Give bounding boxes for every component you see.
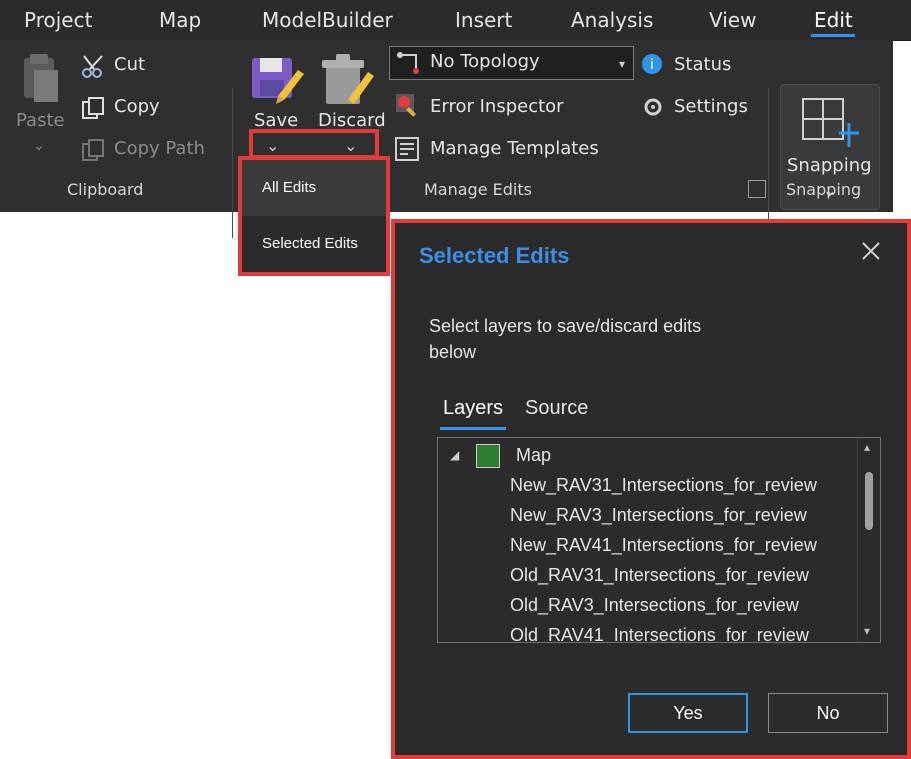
group-separator: [232, 88, 233, 238]
save-discard-dropdown-menu: All Edits Selected Edits: [238, 156, 390, 276]
tab-insert[interactable]: Insert: [455, 6, 512, 34]
tab-map[interactable]: Map: [159, 6, 201, 34]
tab-source[interactable]: Source: [525, 397, 588, 420]
save-icon: [250, 52, 306, 108]
cut-button[interactable]: Cut: [114, 54, 145, 75]
topology-select[interactable]: No Topology ▾: [389, 46, 634, 80]
copy-path-icon: [80, 138, 106, 164]
menu-item-all-edits[interactable]: All Edits: [242, 160, 386, 216]
no-button[interactable]: No: [768, 693, 888, 733]
paste-chevron-down-icon[interactable]: ⌄: [33, 138, 45, 154]
tree-root-label: Map: [516, 445, 552, 465]
clipboard-group-label: Clipboard: [67, 180, 144, 199]
manage-edits-group-label: Manage Edits: [424, 180, 532, 199]
dialog-title: Selected Edits: [419, 243, 570, 268]
discard-icon: [320, 50, 380, 108]
paste-button[interactable]: Paste: [16, 110, 65, 131]
manage-templates-icon: [394, 136, 420, 162]
snapping-button-label: Snapping: [787, 155, 872, 176]
save-discard-dropdown-highlight: [249, 129, 379, 159]
dialog-description: Select layers to save/discard edits belo…: [429, 316, 702, 362]
tree-item[interactable]: New_RAV31_Intersections_for_review: [510, 470, 817, 500]
close-icon[interactable]: [859, 239, 883, 263]
scroll-down-icon[interactable]: ▾: [864, 624, 870, 638]
layers-tree[interactable]: ◢ Map New_RAV31_Intersections_for_review…: [437, 437, 881, 643]
status-button[interactable]: Status: [674, 54, 731, 75]
tree-root-map[interactable]: ◢ Map: [450, 440, 840, 470]
tab-edit[interactable]: Edit: [814, 6, 853, 34]
app-ribbon: Project Map ModelBuilder Insert Analysis…: [0, 0, 911, 238]
save-button[interactable]: Save: [254, 110, 298, 131]
paste-icon: [18, 52, 62, 106]
error-inspector-icon: [394, 92, 420, 118]
copy-button[interactable]: Copy: [114, 96, 160, 117]
yes-button[interactable]: Yes: [628, 693, 748, 733]
copy-icon: [80, 96, 106, 122]
settings-gear-icon: [640, 94, 666, 120]
tab-layers[interactable]: Layers: [443, 397, 503, 420]
map-icon: [476, 444, 500, 468]
svg-text:i: i: [650, 57, 654, 73]
tree-item[interactable]: New_RAV3_Intersections_for_review: [510, 500, 807, 530]
ribbon-tab-strip: Project Map ModelBuilder Insert Analysis…: [0, 0, 911, 41]
tree-item[interactable]: New_RAV41_Intersections_for_review: [510, 530, 817, 560]
dialog-launcher-icon[interactable]: [748, 180, 766, 198]
group-separator: [768, 88, 769, 238]
topology-select-value: No Topology: [430, 51, 540, 72]
topology-icon: [396, 51, 420, 75]
error-inspector-button[interactable]: Error Inspector: [430, 96, 564, 117]
tree-item[interactable]: Old_RAV31_Intersections_for_review: [510, 560, 809, 590]
cut-icon: [80, 54, 106, 80]
active-tab-underline: [811, 34, 855, 37]
expand-triangle-icon[interactable]: ◢: [450, 440, 459, 470]
active-subtab-underline: [440, 427, 506, 430]
tree-item[interactable]: Old_RAV3_Intersections_for_review: [510, 590, 799, 620]
menu-item-selected-edits[interactable]: Selected Edits: [242, 216, 386, 272]
ribbon-panel: Paste ⌄ Cut Copy Copy Path Clipboard Sav…: [0, 40, 893, 238]
status-icon: i: [640, 52, 666, 78]
settings-button[interactable]: Settings: [674, 96, 748, 117]
snapping-icon: [801, 97, 861, 151]
copy-path-button[interactable]: Copy Path: [114, 138, 205, 159]
snapping-group-label: Snapping: [786, 180, 862, 199]
dropdown-arrow-icon[interactable]: ▾: [619, 57, 625, 71]
tab-modelbuilder[interactable]: ModelBuilder: [262, 6, 393, 34]
tab-analysis[interactable]: Analysis: [571, 6, 653, 34]
tree-scrollbar[interactable]: ▴ ▾: [857, 438, 880, 642]
scroll-up-icon[interactable]: ▴: [864, 440, 870, 454]
tab-view[interactable]: View: [709, 6, 756, 34]
scrollbar-thumb[interactable]: [865, 472, 873, 530]
tree-item[interactable]: Old_RAV41_Intersections_for_review: [510, 620, 809, 642]
discard-button[interactable]: Discard: [318, 110, 386, 131]
tab-project[interactable]: Project: [24, 6, 92, 34]
manage-templates-button[interactable]: Manage Templates: [430, 138, 599, 159]
selected-edits-dialog: Selected Edits Select layers to save/dis…: [391, 219, 911, 759]
